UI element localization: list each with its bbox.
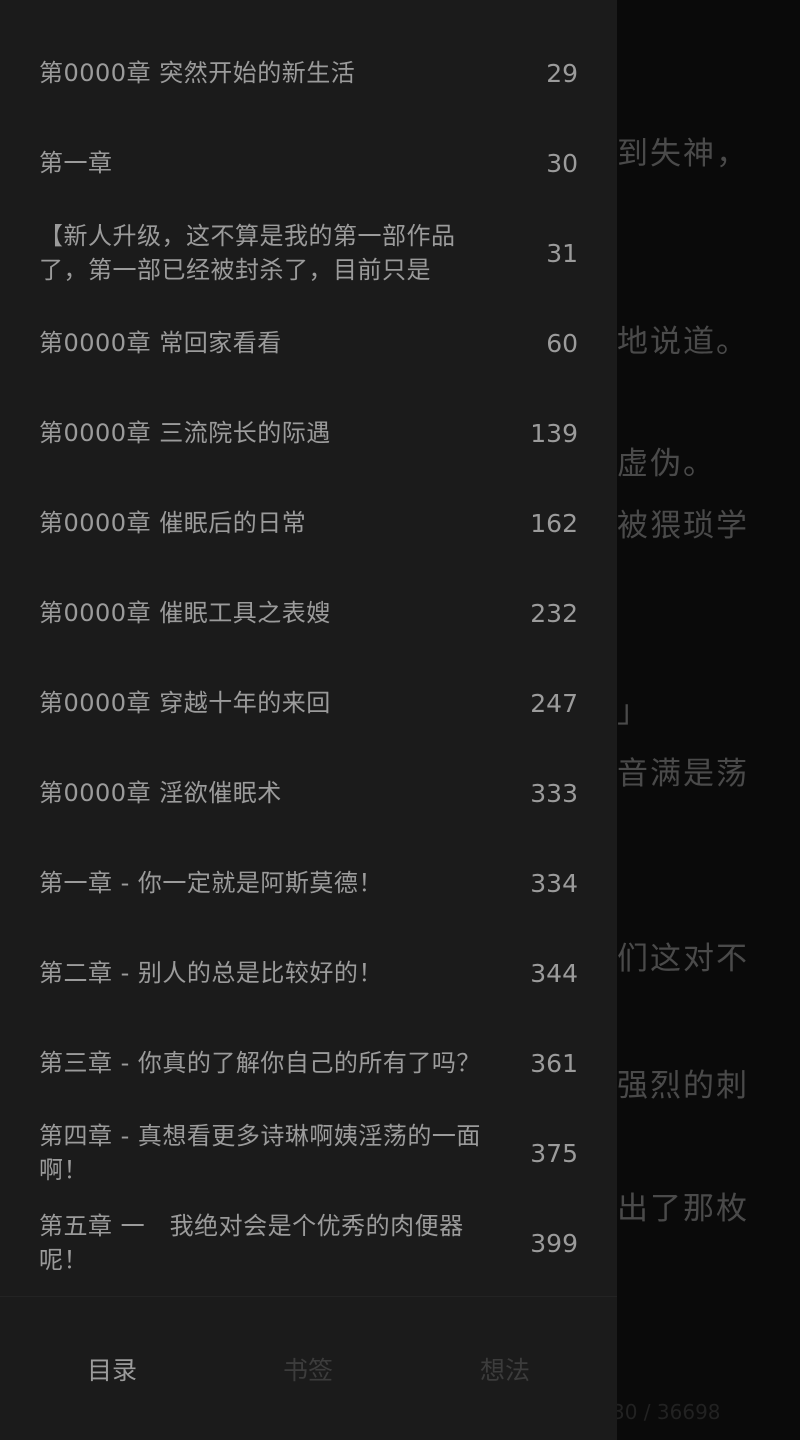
reading-progress: 30 / 36698 (612, 1400, 721, 1424)
toc-item-title: 第0000章 三流院长的际遇 (39, 419, 331, 447)
toc-item-page: 232 (530, 598, 578, 628)
toc-item-title: 第五章 一 我绝对会是个优秀的肉便器呢！ (39, 1212, 464, 1274)
reader-screen: 到失神， 地说道。 虚伪。 被猥琐学 」 音满是荡 们这对不 强烈的刺 出了那枚… (0, 0, 800, 1440)
toc-item[interactable]: 第0000章 催眠工具之表嫂 232 (0, 568, 617, 658)
toc-item[interactable]: 第三章 - 你真的了解你自己的所有了吗？ 361 (0, 1018, 617, 1108)
toc-item-page: 162 (530, 508, 578, 538)
toc-item[interactable]: 第一章 30 (0, 118, 617, 208)
toc-item-page: 30 (546, 148, 578, 178)
toc-item-page: 139 (530, 418, 578, 448)
toc-item-page: 333 (530, 778, 578, 808)
reader-text-line: 地说道。 (617, 324, 749, 360)
tab-notes[interactable]: 想法 (405, 1297, 605, 1440)
toc-item-page: 344 (530, 958, 578, 988)
toc-item-title: 第四章 - 真想看更多诗琳啊姨淫荡的一面啊！ (39, 1122, 481, 1184)
reader-text-line: 们这对不 (617, 941, 749, 977)
toc-item-title: 第0000章 催眠后的日常 (39, 509, 307, 537)
toc-item-page: 247 (530, 688, 578, 718)
tab-toc[interactable]: 目录 (12, 1297, 212, 1440)
reader-text-line: 音满是荡 (617, 756, 749, 792)
toc-item[interactable]: 第0000章 穿越十年的来回 247 (0, 658, 617, 748)
toc-item-page: 31 (546, 238, 578, 268)
toc-item-title: 第三章 - 你真的了解你自己的所有了吗？ (39, 1049, 481, 1077)
toc-item-page: 29 (546, 58, 578, 88)
toc-item-title: 第二章 - 别人的总是比较好的！ (39, 959, 383, 987)
toc-item-page: 399 (530, 1228, 578, 1258)
toc-item[interactable]: 第五章 一 我绝对会是个优秀的肉便器呢！ 399 (0, 1198, 617, 1288)
toc-item[interactable]: 第0000章 三流院长的际遇 139 (0, 388, 617, 478)
toc-item[interactable]: 第0000章 淫欲催眠术 333 (0, 748, 617, 838)
reader-text-line: 到失神， (617, 136, 749, 172)
toc-item[interactable]: 第0000章 突然开始的新生活 29 (0, 28, 617, 118)
toc-item[interactable]: 第一章 - 你一定就是阿斯莫德！ 334 (0, 838, 617, 928)
toc-item-page: 375 (530, 1138, 578, 1168)
toc-item-title: 第一章 (39, 149, 113, 177)
toc-list[interactable]: 第0000章 突然开始的新生活 29 第一章 30 【新人升级，这不算是我的第一… (0, 28, 617, 1288)
toc-item-title: 第一章 - 你一定就是阿斯莫德！ (39, 869, 383, 897)
toc-item[interactable]: 第0000章 催眠后的日常 162 (0, 478, 617, 568)
tab-bar: 目录 书签 想法 (0, 1297, 617, 1440)
reader-text-line: 」 (617, 694, 650, 730)
toc-item-title: 【新人升级，这不算是我的第一部作品了，第一部已经被封杀了，目前只是 (39, 222, 456, 284)
toc-item[interactable]: 第四章 - 真想看更多诗琳啊姨淫荡的一面啊！ 375 (0, 1108, 617, 1198)
reader-text-line: 强烈的刺 (617, 1068, 749, 1104)
toc-item-page: 60 (546, 328, 578, 358)
toc-item-title: 第0000章 突然开始的新生活 (39, 59, 356, 87)
toc-item[interactable]: 【新人升级，这不算是我的第一部作品了，第一部已经被封杀了，目前只是 31 (0, 208, 617, 298)
toc-item-page: 334 (530, 868, 578, 898)
reader-text-line: 被猥琐学 (617, 508, 749, 544)
reader-text-line: 虚伪。 (617, 446, 716, 482)
toc-drawer: 第0000章 突然开始的新生活 29 第一章 30 【新人升级，这不算是我的第一… (0, 0, 617, 1440)
toc-item-title: 第0000章 常回家看看 (39, 329, 282, 357)
reader-text-line: 出了那枚 (617, 1191, 749, 1227)
toc-item[interactable]: 第0000章 常回家看看 60 (0, 298, 617, 388)
toc-item[interactable]: 第二章 - 别人的总是比较好的！ 344 (0, 928, 617, 1018)
toc-item-title: 第0000章 淫欲催眠术 (39, 779, 282, 807)
toc-item-title: 第0000章 催眠工具之表嫂 (39, 599, 331, 627)
toc-item-title: 第0000章 穿越十年的来回 (39, 689, 331, 717)
toc-item-page: 361 (530, 1048, 578, 1078)
tab-bookmarks[interactable]: 书签 (208, 1297, 408, 1440)
